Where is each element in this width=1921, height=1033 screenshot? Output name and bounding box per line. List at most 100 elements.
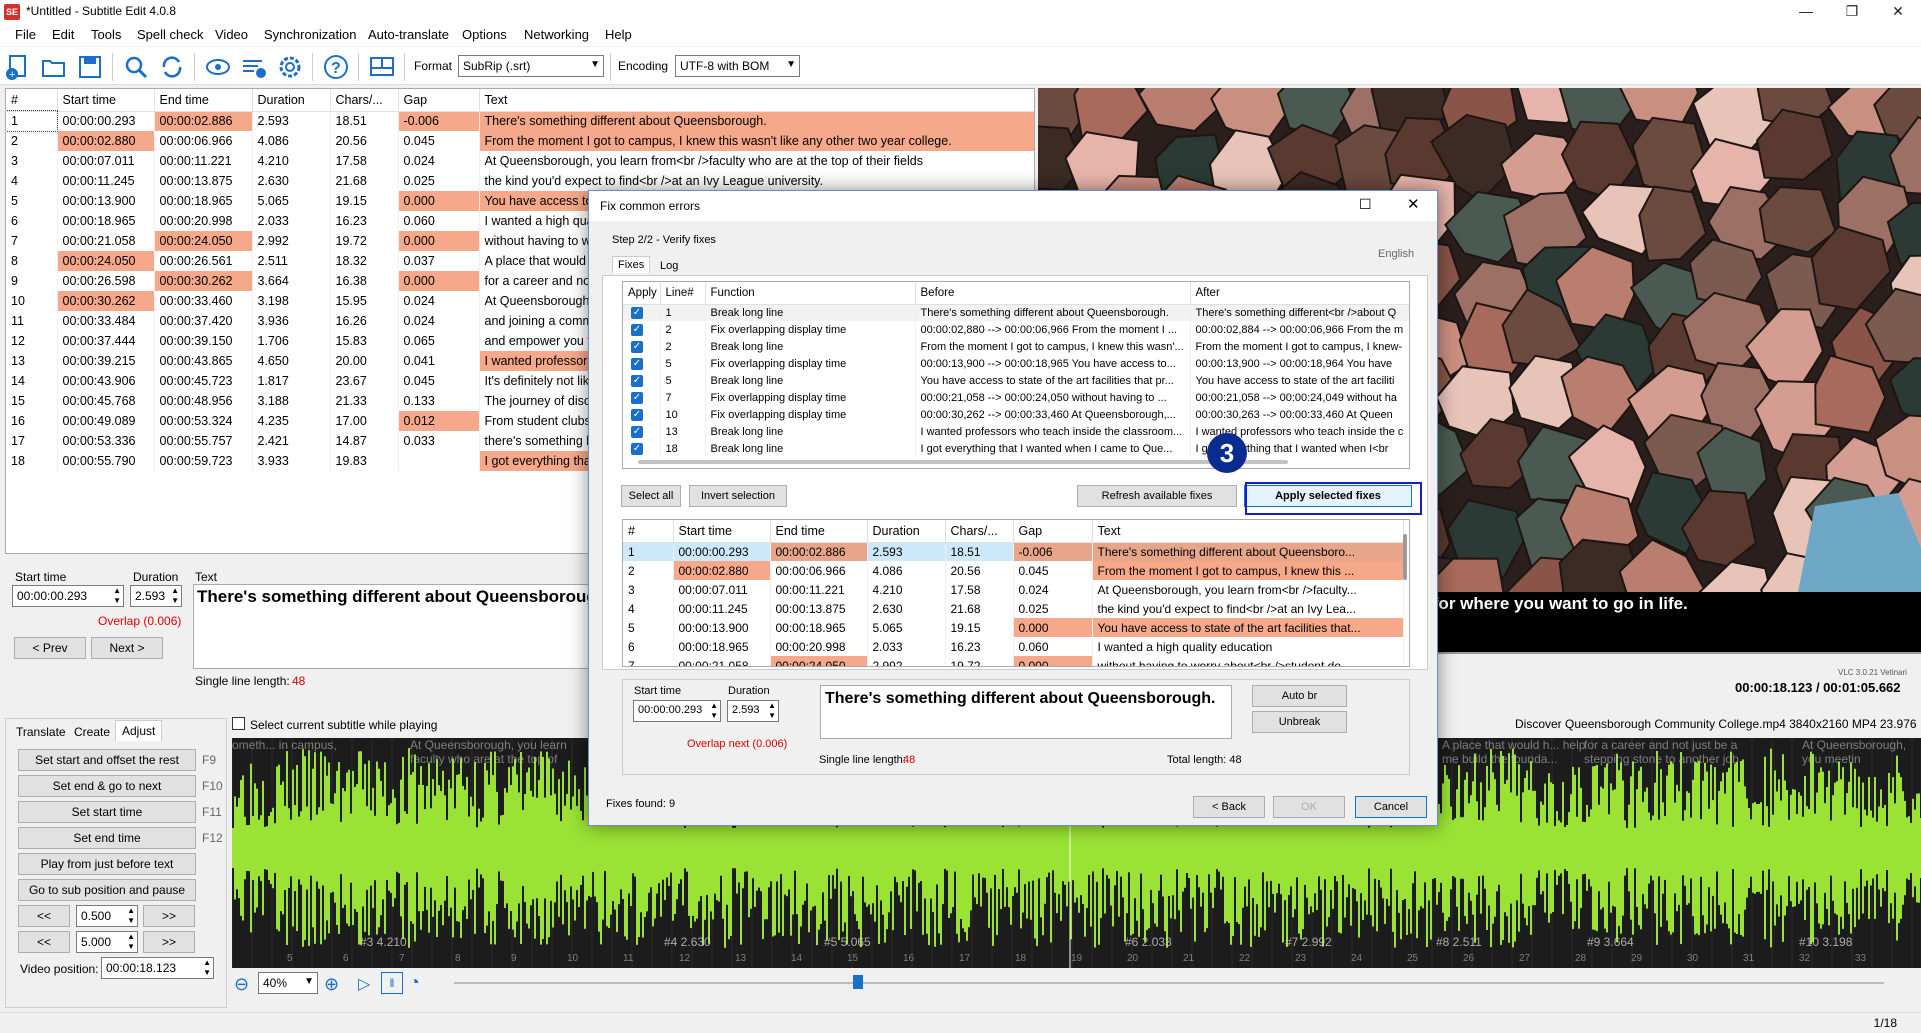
spinner-icon[interactable]: ▲ ▼ [113,586,121,606]
fix-row[interactable]: ✓ 10 Fix overlapping display time 00:00:30,… [623,406,1409,423]
help-icon[interactable]: ? [322,53,350,81]
minimize-icon[interactable]: — [1783,0,1829,24]
horizontal-scrollbar[interactable] [638,460,1288,464]
subtitle-text-editor[interactable]: There's something different about Queens… [193,584,593,669]
step-small-input[interactable]: 0.500 ▲ ▼ [76,905,138,927]
menu-auto-translate[interactable]: Auto-translate [368,27,449,42]
step-fwd-large-button[interactable]: >> [143,931,195,953]
apply-checkbox[interactable]: ✓ [623,304,661,321]
zoom-select[interactable]: 40% ▼ [258,972,318,994]
menu-help[interactable]: Help [605,27,632,42]
column-header[interactable]: # [6,89,58,112]
ok-button[interactable]: OK [1273,796,1345,818]
play-icon[interactable]: ▷ [358,974,370,994]
set-end-time-button[interactable]: Set end time [18,827,196,849]
new-icon[interactable]: + [4,53,32,81]
preview-row[interactable]: 2 00:00:02.880 00:00:06.966 4.086 20.56 0.045… [623,561,1404,580]
table-row[interactable]: 2 00:00:02.880 00:00:06.966 4.086 20.56 0.045… [6,131,1034,151]
set-start-time-button[interactable]: Set start time [18,801,196,823]
zoom-out-icon[interactable]: ⊖ [234,974,249,995]
column-header[interactable]: Duration [252,89,331,112]
preview-column-header[interactable]: Start time [673,520,771,543]
duration-input[interactable]: 2.593 ▲ ▼ [130,585,182,607]
preview-row[interactable]: 5 00:00:13.900 00:00:18.965 5.065 19.15 0.000… [623,618,1404,637]
apply-checkbox[interactable]: ✓ [623,423,661,440]
apply-checkbox[interactable]: ✓ [623,372,661,389]
video-position-input[interactable]: 00:00:18.123 ▲ ▼ [101,957,214,979]
table-row[interactable]: 3 00:00:07.011 00:00:11.221 4.210 17.58 0.024… [6,151,1034,171]
menu-options[interactable]: Options [462,27,507,42]
apply-checkbox[interactable]: ✓ [623,389,661,406]
preview-row[interactable]: 6 00:00:18.965 00:00:20.998 2.033 16.23 0.060… [623,637,1404,656]
replace-icon[interactable] [158,53,186,81]
next-button[interactable]: Next > [91,637,163,659]
auto-br-button[interactable]: Auto br [1252,685,1347,707]
column-header[interactable]: Chars/... [330,89,399,112]
column-header[interactable]: Gap [398,89,480,112]
refresh-fixes-button[interactable]: Refresh available fixes [1077,485,1237,507]
tab-log[interactable]: Log [655,258,683,274]
tab-fixes[interactable]: Fixes [612,256,651,273]
menu-video[interactable]: Video [215,27,248,42]
column-header[interactable]: End time [154,89,253,112]
settings-icon[interactable] [276,53,304,81]
column-header[interactable]: Text [479,89,1034,112]
fix-column-header[interactable]: After [1190,282,1409,305]
tab-create[interactable]: Create [68,722,116,742]
dialog-text-editor[interactable]: There's something different about Queens… [820,685,1232,739]
dialog-start-time-input[interactable]: 00:00:00.293 ▲ ▼ [633,700,721,722]
play-before-text-button[interactable]: Play from just before text [18,853,196,875]
set-start-offset-button[interactable]: Set start and offset the rest [18,749,196,771]
preview-row[interactable]: 4 00:00:11.245 00:00:13.875 2.630 21.68 0.025… [623,599,1404,618]
pause-icon[interactable]: ‖ [381,972,403,994]
find-icon[interactable] [122,53,150,81]
preview-row[interactable]: 3 00:00:07.011 00:00:11.221 4.210 17.58 0.024… [623,580,1404,599]
apply-checkbox[interactable]: ✓ [623,355,661,372]
preview-column-header[interactable]: Gap [1013,520,1093,543]
close-icon[interactable]: ✕ [1875,0,1921,24]
fix-row[interactable]: ✓ 5 Break long line You have access to stat… [623,372,1409,389]
fix-row[interactable]: ✓ 18 Break long line I got everything that … [623,440,1409,457]
table-row[interactable]: 1 00:00:00.293 00:00:02.886 2.593 18.51 -0.00… [6,110,1034,132]
close-icon[interactable]: ✕ [1407,195,1420,213]
cancel-button[interactable]: Cancel [1355,796,1427,818]
start-time-input[interactable]: 00:00:00.293 ▲ ▼ [12,585,124,607]
open-icon[interactable] [40,53,68,81]
fixes-list[interactable]: Apply Line# Function Before After ✓ 1 Break lo… [622,281,1410,469]
fix-column-header[interactable]: Before [915,282,1191,305]
fix-row[interactable]: ✓ 1 Break long line There's something diffe… [623,304,1409,321]
select-all-button[interactable]: Select all [621,485,681,507]
format-select[interactable]: SubRip (.srt) ▼ [458,55,604,77]
fix-row[interactable]: ✓ 5 Fix overlapping display time 00:00:13,9… [623,355,1409,372]
apply-checkbox[interactable]: ✓ [623,321,661,338]
preview-column-header[interactable]: Text [1092,520,1404,543]
column-header[interactable]: Start time [57,89,155,112]
spell-check-icon[interactable] [240,53,268,81]
slider-handle[interactable] [853,975,863,989]
apply-checkbox[interactable]: ✓ [623,338,661,355]
table-row[interactable]: 4 00:00:11.245 00:00:13.875 2.630 21.68 0.025… [6,171,1034,191]
spinner-icon[interactable]: ▲ ▼ [768,701,776,721]
preview-column-header[interactable]: Duration [867,520,946,543]
fix-row[interactable]: ✓ 13 Break long line I wanted professors wh… [623,423,1409,440]
save-icon[interactable] [76,53,104,81]
menu-tools[interactable]: Tools [91,27,121,42]
fix-row[interactable]: ✓ 2 Break long line From the moment I got t… [623,338,1409,355]
menu-networking[interactable]: Networking [524,27,589,42]
spinner-icon[interactable]: ▲ ▼ [127,932,135,952]
preview-column-header[interactable]: End time [770,520,868,543]
go-to-sub-pause-button[interactable]: Go to sub position and pause [18,879,196,901]
waveform-position-slider[interactable] [454,982,1884,984]
select-while-playing-checkbox[interactable] [232,717,245,730]
menu-synchronization[interactable]: Synchronization [264,27,357,42]
vertical-scrollbar[interactable] [1403,534,1407,580]
spinner-icon[interactable]: ▲ ▼ [710,701,718,721]
preview-column-header[interactable]: # [623,520,674,543]
preview-column-header[interactable]: Chars/... [945,520,1014,543]
fix-column-header[interactable]: Function [705,282,916,305]
dialog-duration-input[interactable]: 2.593 ▲ ▼ [727,700,779,722]
spinner-icon[interactable]: ▲ ▼ [127,906,135,926]
step-large-input[interactable]: 5.000 ▲ ▼ [76,931,138,953]
spinner-icon[interactable]: ▲ ▼ [171,586,179,606]
preview-row[interactable]: 1 00:00:00.293 00:00:02.886 2.593 18.51 -0.00… [623,542,1404,561]
